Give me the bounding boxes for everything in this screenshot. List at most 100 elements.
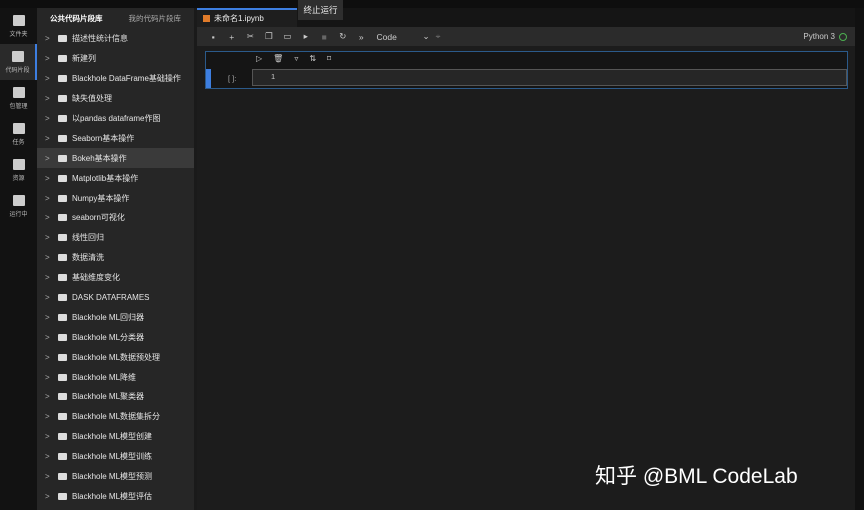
- snippet-folder[interactable]: > Numpy基本操作: [37, 188, 194, 208]
- folder-label: Blackhole ML模型创建: [72, 432, 153, 442]
- snippet-folder[interactable]: > 描述性统计信息: [37, 29, 194, 49]
- nav-label: 运行中: [9, 211, 28, 218]
- notebook-area: 未命名1.ipynb ▪ + ✂ ❐ ▭ ▸ ■ ↻ » Code ⌄ ⌖ Py…: [197, 8, 855, 510]
- snippet-folder[interactable]: > Seaborn基本操作: [37, 128, 194, 148]
- cell-input[interactable]: 1: [252, 69, 847, 86]
- cut-icon[interactable]: ✂: [241, 31, 260, 42]
- snippet-folder[interactable]: > 基础维度变化: [37, 268, 194, 288]
- folder-label: Blackhole ML分类器: [72, 332, 145, 342]
- nav-files[interactable]: 文件夹: [0, 8, 37, 44]
- chevron-right-icon[interactable]: >: [45, 154, 55, 163]
- run-all-icon[interactable]: »: [352, 32, 371, 42]
- chevron-right-icon[interactable]: >: [45, 134, 55, 143]
- run-cell-icon[interactable]: ▷: [256, 54, 262, 63]
- snippet-folder[interactable]: > Blackhole ML模型创建: [37, 427, 194, 447]
- snippet-folder[interactable]: > 线性回归: [37, 228, 194, 248]
- cell-type-select[interactable]: Code: [377, 32, 423, 42]
- delete-cell-icon[interactable]: 🗑: [273, 54, 283, 63]
- notebook-tab[interactable]: 未命名1.ipynb: [197, 8, 297, 27]
- copy-icon[interactable]: ❐: [260, 31, 279, 42]
- folder-icon: [58, 433, 67, 441]
- snippet-folder[interactable]: > Blackhole ML数据预处理: [37, 347, 194, 367]
- chevron-right-icon[interactable]: >: [45, 253, 55, 262]
- folder-icon: [58, 194, 67, 202]
- snippet-folder[interactable]: > Matplotlib基本操作: [37, 168, 194, 188]
- folder-icon: [58, 393, 67, 401]
- run-icon[interactable]: ▸: [297, 31, 316, 42]
- nav-running[interactable]: 运行中: [0, 188, 37, 224]
- move-icon[interactable]: ⇅: [309, 54, 316, 63]
- snippet-sidebar: 公共代码片段库 我的代码片段库 > 描述性统计信息 > 新建列 > Blackhole D…: [37, 8, 194, 510]
- snippet-folder[interactable]: > 以pandas dataframe作图: [37, 109, 194, 129]
- nav-resources[interactable]: 资源: [0, 152, 37, 188]
- top-strip: [0, 0, 864, 8]
- tab-public-snippets[interactable]: 公共代码片段库: [37, 13, 116, 24]
- format-icon[interactable]: ▿: [294, 54, 298, 63]
- folder-label: Blackhole ML模型训练: [72, 452, 153, 462]
- snippet-folder[interactable]: > Blackhole ML模型预测: [37, 467, 194, 487]
- chevron-right-icon[interactable]: >: [45, 353, 55, 362]
- snippet-folder[interactable]: > Blackhole ML降维: [37, 367, 194, 387]
- add-cell-icon[interactable]: +: [223, 32, 242, 42]
- snippet-folder[interactable]: > Blackhole ML数据集拆分: [37, 407, 194, 427]
- notebook-toolbar: ▪ + ✂ ❐ ▭ ▸ ■ ↻ » Code ⌄ ⌖ Python 3: [197, 27, 855, 46]
- chevron-right-icon[interactable]: >: [45, 174, 55, 183]
- nav-snippets[interactable]: 代码片段: [0, 44, 37, 80]
- paste-icon[interactable]: ▭: [278, 31, 297, 42]
- chevron-right-icon[interactable]: >: [45, 273, 55, 282]
- chevron-right-icon[interactable]: >: [45, 333, 55, 342]
- chevron-right-icon[interactable]: >: [45, 293, 55, 302]
- folder-icon: [58, 134, 67, 142]
- chevron-right-icon[interactable]: >: [45, 194, 55, 203]
- restart-icon[interactable]: ↻: [334, 31, 353, 42]
- snippet-folder[interactable]: > Blackhole ML聚类器: [37, 387, 194, 407]
- folder-icon: [58, 313, 67, 321]
- line-number: 1: [271, 72, 276, 81]
- save-icon[interactable]: ▪: [204, 32, 223, 42]
- code-cell[interactable]: ▷ 🗑 ▿ ⇅ ⌑ [ ]: 1: [205, 51, 848, 89]
- chevron-right-icon[interactable]: >: [45, 54, 55, 63]
- snippet-folder[interactable]: > 缺失值处理: [37, 89, 194, 109]
- folder-icon: [58, 35, 67, 43]
- chevron-right-icon[interactable]: >: [45, 114, 55, 123]
- folder-icon: [58, 473, 67, 481]
- chevron-right-icon[interactable]: >: [45, 373, 55, 382]
- snippet-folder[interactable]: > Blackhole ML模型训练: [37, 447, 194, 467]
- tab-my-snippets[interactable]: 我的代码片段库: [116, 13, 195, 24]
- bookmark-icon[interactable]: ⌑: [327, 54, 331, 63]
- snippet-folder[interactable]: > 数据清洗: [37, 248, 194, 268]
- snippet-folder[interactable]: > seaborn可视化: [37, 208, 194, 228]
- folder-label: 描述性统计信息: [72, 34, 128, 44]
- snippet-folder[interactable]: > DASK DATAFRAMES: [37, 288, 194, 308]
- chevron-right-icon[interactable]: >: [45, 392, 55, 401]
- snippet-folder[interactable]: > Blackhole ML模型评估: [37, 486, 194, 506]
- snippet-folder[interactable]: > Blackhole ML回归器: [37, 307, 194, 327]
- snippet-folder[interactable]: > 新建列: [37, 49, 194, 69]
- chevron-right-icon[interactable]: >: [45, 233, 55, 242]
- chevron-right-icon[interactable]: >: [45, 432, 55, 441]
- chevron-right-icon[interactable]: >: [45, 412, 55, 421]
- folder-label: Blackhole ML模型预测: [72, 472, 153, 482]
- chevron-right-icon[interactable]: >: [45, 34, 55, 43]
- chevron-right-icon[interactable]: >: [45, 74, 55, 83]
- target-icon[interactable]: ⌖: [436, 31, 441, 42]
- chevron-right-icon[interactable]: >: [45, 492, 55, 501]
- chevron-right-icon[interactable]: >: [45, 452, 55, 461]
- folder-label: Blackhole ML模型评估: [72, 491, 153, 501]
- package-icon: [12, 86, 25, 98]
- tooltip: 终止运行: [298, 0, 343, 20]
- nav-packages[interactable]: 包管理: [0, 80, 37, 116]
- chevron-right-icon[interactable]: >: [45, 213, 55, 222]
- chevron-right-icon[interactable]: >: [45, 94, 55, 103]
- chevron-right-icon[interactable]: >: [45, 313, 55, 322]
- chevron-right-icon[interactable]: >: [45, 472, 55, 481]
- stop-icon[interactable]: ■: [315, 32, 334, 42]
- snippet-folder[interactable]: > Blackhole DataFrame基础操作: [37, 69, 194, 89]
- snippet-folder[interactable]: > Blackhole ML分类器: [37, 327, 194, 347]
- chevron-down-icon[interactable]: ⌄: [423, 31, 430, 42]
- kernel-name: Python 3: [803, 32, 835, 41]
- folder-icon: [58, 214, 67, 222]
- nav-tasks[interactable]: 任务: [0, 116, 37, 152]
- folder-icon: [58, 492, 67, 500]
- snippet-folder[interactable]: > Bokeh基本操作: [37, 148, 194, 169]
